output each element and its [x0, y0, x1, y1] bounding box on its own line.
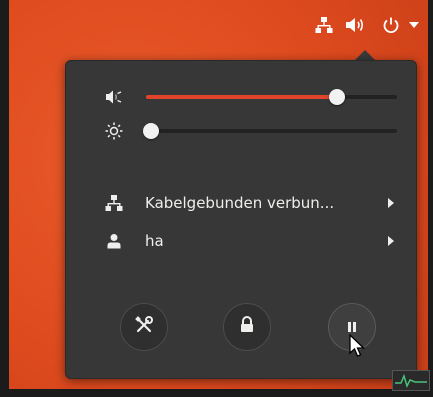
- power-icon[interactable]: [380, 14, 402, 36]
- caret-down-icon[interactable]: [406, 14, 422, 36]
- lock-icon: [239, 316, 255, 338]
- network-wired-icon: [104, 193, 124, 213]
- window-edge-left: [0, 0, 9, 397]
- mouse-cursor-icon: [349, 333, 367, 358]
- tools-icon: [134, 315, 154, 339]
- window-edge-bottom: [0, 389, 433, 397]
- network-status-label: Kabelgebunden verbun...: [145, 194, 335, 212]
- brightness-sun-icon: [104, 121, 124, 141]
- volume-icon[interactable]: [344, 14, 368, 36]
- volume-row: [66, 83, 416, 111]
- menu-pointer: [355, 50, 375, 60]
- lock-button[interactable]: [223, 303, 271, 351]
- user-menu-item[interactable]: ha: [66, 227, 416, 255]
- submenu-arrow-icon: [386, 235, 396, 247]
- system-monitor-window[interactable]: [392, 370, 430, 391]
- menu-separator: [78, 159, 404, 160]
- volume-slider-handle[interactable]: [328, 89, 345, 105]
- brightness-slider[interactable]: [143, 123, 397, 139]
- brightness-slider-handle[interactable]: [143, 123, 160, 139]
- submenu-arrow-icon: [386, 197, 396, 209]
- user-name-label: ha: [145, 232, 164, 250]
- user-icon: [104, 231, 124, 251]
- system-menu: Kabelgebunden verbun... ha: [65, 60, 417, 379]
- network-menu-item[interactable]: Kabelgebunden verbun...: [66, 189, 416, 217]
- network-wired-icon[interactable]: [313, 14, 335, 36]
- brightness-row: [66, 117, 416, 145]
- speaker-icon[interactable]: [104, 87, 124, 107]
- settings-button[interactable]: [120, 303, 168, 351]
- window-edge-right: [428, 0, 433, 397]
- volume-slider-fill: [146, 95, 337, 99]
- volume-slider[interactable]: [146, 89, 397, 105]
